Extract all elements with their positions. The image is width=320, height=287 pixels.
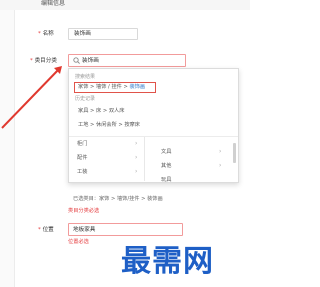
chevron-right-icon: › [219,162,222,169]
category-col1-item-2[interactable]: 配件 [77,154,87,162]
watermark-logo: 最需网 [121,244,214,279]
history-header: 历史记录 [75,96,96,102]
category-col2-item-2[interactable]: 其他 [161,162,171,170]
category-col1-item-1[interactable]: 柜门 [77,140,87,148]
name-label: * 名称 [38,31,54,37]
category-required-hint: 类目分类必选 [68,208,100,214]
category-label: * 类目分类 [30,58,57,64]
category-col2-item-3[interactable]: 玩具 [161,176,171,184]
selected-category-text: 已选类目：家饰 > 墙饰/挂件 > 装饰画 [73,196,163,202]
search-icon [73,57,80,64]
chevron-right-icon: › [135,140,138,147]
search-results-header: 搜索结果 [75,74,96,80]
chevron-right-icon: › [135,154,138,161]
name-input[interactable]: 装饰画 [68,28,138,40]
category-col2-item-1[interactable]: 文具 [161,148,171,156]
column-divider [144,137,145,181]
dropdown-scrollbar[interactable] [233,143,236,163]
location-label: * 位置 [38,227,54,233]
location-input[interactable]: 地板家具 [68,223,183,236]
dropdown-divider [69,136,238,137]
annotation-arrow [1,66,62,129]
location-required-hint: 位置必选 [68,239,89,245]
history-item-1[interactable]: 家具 > 床 > 双人床 [78,107,124,115]
chevron-right-icon: › [135,168,138,175]
history-item-2[interactable]: 工地 > 休闲会所 > 按摩床 [78,121,140,129]
category-col1-item-3[interactable]: 工装 [77,168,87,176]
category-search-input[interactable]: 装饰画 [68,54,186,67]
chevron-right-icon: › [219,148,222,155]
search-result-item[interactable]: 家饰 > 墙饰 / 挂件 > 装饰画 [74,82,156,93]
category-dropdown: 搜索结果 家饰 > 墙饰 / 挂件 > 装饰画 历史记录 家具 > 床 > 双人… [68,68,239,183]
